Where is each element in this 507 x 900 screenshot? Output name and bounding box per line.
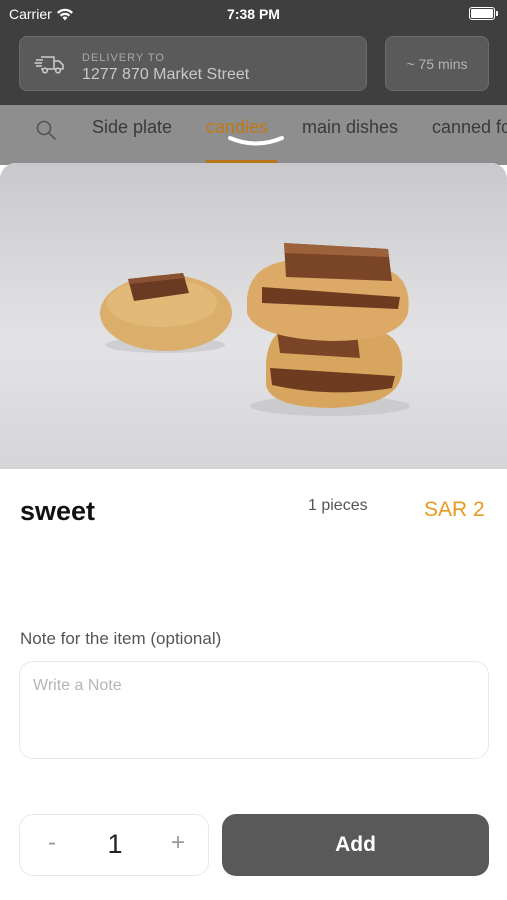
item-name: sweet: [20, 496, 96, 526]
add-button[interactable]: Add: [222, 814, 489, 876]
tab-canned-food[interactable]: canned fo: [432, 117, 507, 138]
cookie-image: [100, 243, 410, 416]
battery-icon: [469, 7, 498, 20]
delivery-eta[interactable]: ~ 75 mins: [385, 36, 489, 91]
quantity-stepper: - 1 +: [19, 814, 209, 876]
note-field[interactable]: [19, 661, 489, 759]
item-detail-sheet: sweet 1 pieces SAR 2 Note for the item (…: [0, 163, 507, 900]
item-price: SAR 2: [424, 498, 485, 521]
delivery-truck-icon: [34, 56, 64, 74]
tab-main-dishes[interactable]: main dishes: [302, 117, 398, 138]
note-input[interactable]: [20, 662, 488, 758]
decrement-button[interactable]: -: [42, 829, 62, 859]
increment-button[interactable]: +: [168, 829, 188, 859]
search-icon[interactable]: [35, 119, 57, 141]
sheet-drag-handle[interactable]: [228, 135, 284, 149]
item-photo: [0, 163, 507, 469]
delivery-header: DELIVERY TO 1277 870 Market Street ~ 75 …: [0, 28, 507, 105]
tab-side-plate[interactable]: Side plate: [92, 117, 172, 138]
delivery-address: 1277 870 Market Street: [82, 66, 250, 83]
delivery-to-label: DELIVERY TO: [82, 52, 165, 64]
category-tabs: Side plate candies main dishes canned fo: [0, 105, 507, 165]
quantity-value: 1: [107, 829, 123, 859]
note-label: Note for the item (optional): [20, 629, 222, 648]
add-button-label: Add: [335, 833, 376, 856]
item-quantity: 1 pieces: [308, 497, 368, 514]
eta-label: ~ 75 mins: [406, 55, 468, 72]
clock: 7:38 PM: [227, 6, 280, 22]
status-bar: Carrier 7:38 PM: [0, 0, 507, 28]
delivery-address-selector[interactable]: DELIVERY TO 1277 870 Market Street: [19, 36, 367, 91]
